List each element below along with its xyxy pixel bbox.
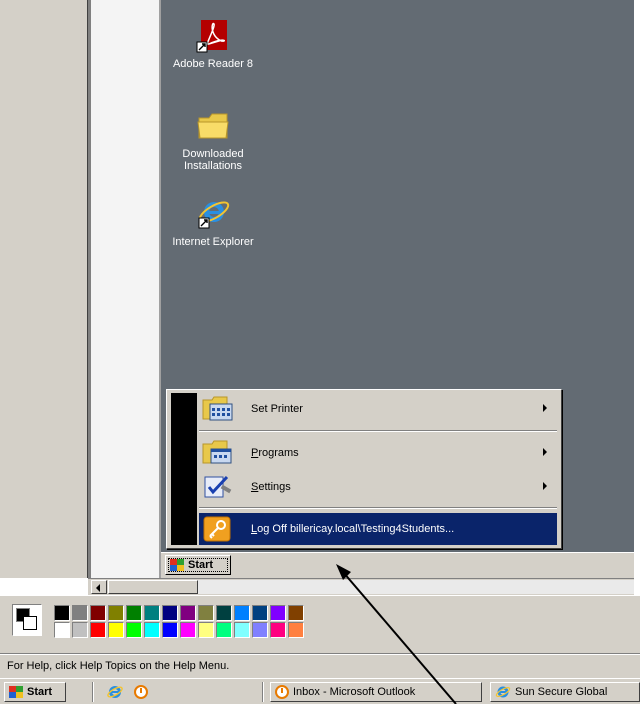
palette-swatch[interactable] — [252, 605, 268, 621]
menu-item-log-off[interactable]: Log Off billericay.local\Testing4Student… — [199, 513, 557, 545]
menu-item-settings[interactable]: Settings — [199, 471, 557, 503]
palette-swatch[interactable] — [180, 605, 196, 621]
palette-swatch[interactable] — [90, 622, 106, 638]
captured-taskbar: Start — [161, 552, 634, 578]
palette-swatch[interactable] — [234, 622, 250, 638]
outlook-clock-icon — [275, 685, 289, 699]
palette-swatch[interactable] — [126, 605, 142, 621]
status-bar: For Help, click Help Topics on the Help … — [0, 654, 640, 678]
menu-divider — [199, 507, 557, 509]
palette-swatch[interactable] — [108, 605, 124, 621]
programs-folder-icon — [201, 439, 235, 467]
scrollbar-thumb[interactable] — [108, 580, 198, 594]
palette-swatch[interactable] — [72, 622, 88, 638]
desktop-icon-downloaded-installations[interactable]: Downloaded Installations — [163, 110, 263, 172]
desktop-icon-label: Adobe Reader 8 — [172, 58, 254, 70]
windows-flag-icon — [8, 685, 24, 699]
palette-swatch[interactable] — [162, 605, 178, 621]
palette-swatch[interactable] — [180, 622, 196, 638]
taskbar: Start Inbox - Microsoft Outlook Sun Secu… — [0, 678, 640, 704]
internet-explorer-icon — [195, 198, 231, 232]
palette-swatch[interactable] — [144, 605, 160, 621]
desktop-icon-adobe-reader[interactable]: Adobe Reader 8 — [163, 20, 263, 70]
taskbar-button-label: Inbox - Microsoft Outlook — [293, 686, 416, 698]
folder-icon — [195, 110, 231, 144]
start-menu: Set Printer Programs Settings Log Off bi… — [166, 389, 562, 549]
palette-swatch[interactable] — [144, 622, 160, 638]
palette-swatch[interactable] — [162, 622, 178, 638]
key-icon — [201, 515, 235, 543]
taskbar-separator — [262, 682, 264, 702]
menu-item-set-printer[interactable]: Set Printer — [199, 393, 557, 425]
palette-swatch[interactable] — [126, 622, 142, 638]
palette-swatch[interactable] — [198, 605, 214, 621]
menu-item-label: Set Printer — [251, 403, 303, 415]
submenu-arrow-icon — [543, 404, 547, 412]
settings-icon — [201, 473, 235, 501]
desktop-icon-internet-explorer[interactable]: Internet Explorer — [163, 198, 263, 248]
taskbar-button-outlook[interactable]: Inbox - Microsoft Outlook — [270, 682, 482, 702]
canvas-margin — [91, 0, 161, 578]
windows-flag-icon — [169, 558, 185, 572]
palette-swatch[interactable] — [234, 605, 250, 621]
internet-explorer-icon — [495, 684, 511, 700]
palette-swatch[interactable] — [252, 622, 268, 638]
palette-swatch[interactable] — [54, 622, 70, 638]
captured-start-button[interactable]: Start — [165, 555, 231, 575]
palette-swatch[interactable] — [288, 622, 304, 638]
menu-item-programs[interactable]: Programs — [199, 437, 557, 469]
palette-swatch[interactable] — [54, 605, 70, 621]
taskbar-button-sun-secure-global[interactable]: Sun Secure Global — [490, 682, 640, 702]
submenu-arrow-icon — [543, 448, 547, 456]
scroll-left-arrow-icon[interactable] — [91, 580, 107, 594]
palette-swatch[interactable] — [108, 622, 124, 638]
start-menu-banner — [171, 393, 197, 545]
printer-folder-icon — [201, 395, 235, 423]
outlook-clock-icon[interactable] — [134, 683, 152, 701]
taskbar-button-label: Sun Secure Global — [515, 686, 608, 698]
palette-swatch[interactable] — [216, 605, 232, 621]
palette-swatch[interactable] — [198, 622, 214, 638]
palette-swatch[interactable] — [270, 605, 286, 621]
internet-explorer-icon[interactable] — [106, 683, 124, 701]
palette-swatch[interactable] — [216, 622, 232, 638]
palette-swatch[interactable] — [270, 622, 286, 638]
start-button[interactable]: Start — [4, 682, 66, 702]
palette-swatch[interactable] — [72, 605, 88, 621]
tool-panel — [0, 0, 88, 578]
palette-swatch[interactable] — [90, 605, 106, 621]
menu-item-label: Programs — [251, 447, 299, 459]
menu-divider — [199, 430, 557, 432]
adobe-reader-icon — [195, 20, 231, 54]
submenu-arrow-icon — [543, 482, 547, 490]
taskbar-separator — [92, 682, 94, 702]
menu-item-label: Settings — [251, 481, 291, 493]
palette-swatch[interactable] — [288, 605, 304, 621]
start-button-label: Start — [188, 559, 214, 571]
desktop-icon-label: Internet Explorer — [172, 236, 254, 248]
desktop-icon-label: Downloaded Installations — [182, 148, 244, 172]
menu-item-label: Log Off billericay.local\Testing4Student… — [251, 523, 455, 535]
start-button-label: Start — [27, 686, 53, 698]
background-color — [23, 616, 37, 630]
